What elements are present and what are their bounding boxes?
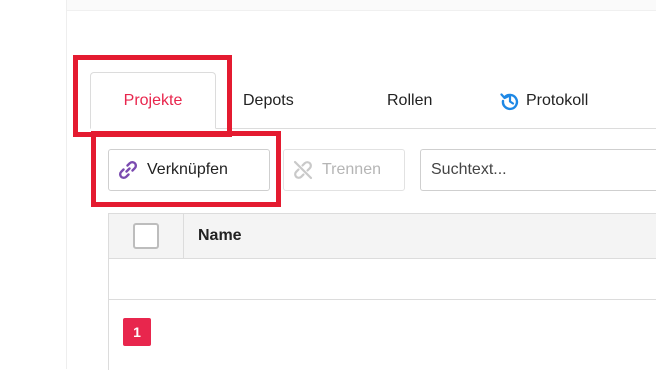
link-button-label: Verknüpfen [147,161,228,178]
link-icon [117,159,139,181]
column-header-name[interactable]: Name [198,227,242,245]
tab-protokoll[interactable]: Protokoll [500,72,588,129]
pagination-current-page[interactable]: 1 [123,318,151,346]
tab-projekte-label: Projekte [123,91,183,109]
top-strip [67,0,656,11]
search-input[interactable] [420,149,656,191]
tab-protokoll-label: Protokoll [526,91,589,109]
unlink-button[interactable]: Trennen [283,149,405,191]
tab-projekte[interactable]: Projekte [90,72,216,129]
link-button[interactable]: Verknüpfen [108,149,270,191]
tab-rollen[interactable]: Rollen [387,72,432,129]
unlink-button-label: Trennen [322,161,381,178]
tab-rollen-label: Rollen [387,91,433,109]
tab-depots[interactable]: Depots [243,72,294,129]
select-all-checkbox[interactable] [133,223,159,249]
data-table: Name 1 [108,213,656,370]
tab-depots-label: Depots [243,91,294,109]
tab-bar: Projekte Depots Rollen Protokoll [90,72,656,129]
history-icon [500,91,520,111]
left-gutter [0,0,67,369]
table-row [109,258,656,300]
column-divider [183,214,184,258]
unlink-icon [292,159,314,181]
table-header: Name [109,214,656,259]
